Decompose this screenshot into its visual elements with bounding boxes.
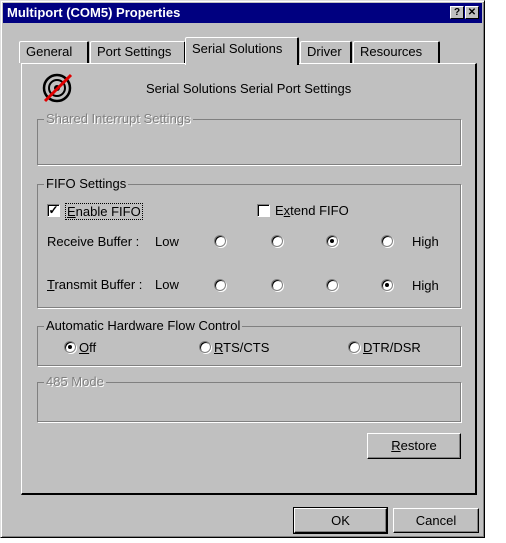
enable-fifo-accel: E [67,204,76,219]
flow-rts-cts-label[interactable]: RTS/CTS [214,340,269,355]
transmit-radio-3[interactable] [326,279,338,291]
transmit-radio-4[interactable] [381,279,393,291]
transmit-radio-2[interactable] [271,279,283,291]
radio-dot [385,283,389,287]
flow-off-label[interactable]: Off [79,340,96,355]
transmit-buffer-label: Transmit Buffer : [47,277,142,292]
window-title: Multiport (COM5) Properties [7,5,181,20]
flow-dtr-text: TR/DSR [372,340,421,355]
radio-dot [330,239,334,243]
flow-control-label: Automatic Hardware Flow Control [44,318,243,333]
receive-high-label: High [412,234,439,249]
receive-buffer-label: Receive Buffer : [47,234,140,249]
close-button[interactable]: ✕ [465,6,479,19]
extend-fifo-checkbox[interactable] [257,204,270,217]
no-signal-icon [42,73,73,103]
flow-off-accel: O [79,340,90,355]
flow-dtr-accel: D [363,340,373,355]
restore-accel: R [391,438,401,453]
extend-fifo-prefix: E [275,203,284,218]
enable-fifo-label-text: nable FIFO [75,204,141,219]
restore-text: estore [400,438,437,453]
shared-interrupt-label: Shared Interrupt Settings [44,111,193,126]
receive-radio-1[interactable] [214,235,226,247]
flow-rts-accel: R [214,340,224,355]
properties-dialog: Multiport (COM5) Properties ? ✕ General … [0,0,485,538]
transmit-radio-1[interactable] [214,279,226,291]
tab-driver[interactable]: Driver [300,41,352,63]
page-title: Serial Solutions Serial Port Settings [146,81,352,96]
restore-button[interactable]: Restore [367,433,461,459]
shared-interrupt-group: Shared Interrupt Settings [37,111,461,165]
receive-low-label: Low [155,234,179,249]
enable-fifo-checkbox[interactable]: ✓ [47,204,60,217]
mode-485-group: 485 Mode [37,374,461,422]
extend-fifo-label[interactable]: Extend FIFO [275,203,349,218]
flow-rts-text: TS/CTS [223,340,270,355]
tab-general[interactable]: General [19,41,89,63]
cancel-button[interactable]: Cancel [393,508,479,533]
mode-485-label: 485 Mode [44,374,106,389]
transmit-label-text: ransmit Buffer : [54,277,143,292]
receive-radio-4[interactable] [381,235,393,247]
receive-radio-3[interactable] [326,235,338,247]
help-button[interactable]: ? [450,6,464,19]
flow-dtr-dsr-label[interactable]: DTR/DSR [363,340,421,355]
fifo-settings-label: FIFO Settings [44,176,129,191]
flow-off-text: ff [89,340,97,355]
tab-serial-solutions[interactable]: Serial Solutions [185,37,299,65]
ok-button[interactable]: OK [293,507,388,534]
flow-dtr-dsr-radio[interactable] [348,341,360,353]
tab-resources[interactable]: Resources [353,41,440,63]
flow-rts-cts-radio[interactable] [199,341,211,353]
radio-dot [68,345,72,349]
transmit-high-label: High [412,278,439,293]
tab-port-settings[interactable]: Port Settings [90,41,186,63]
flow-off-radio[interactable] [64,341,76,353]
title-bar[interactable]: Multiport (COM5) Properties ? ✕ [3,3,482,23]
extend-fifo-label-text: tend FIFO [290,203,349,218]
enable-fifo-label[interactable]: Enable FIFO [65,203,143,220]
transmit-low-label: Low [155,277,179,292]
receive-radio-2[interactable] [271,235,283,247]
